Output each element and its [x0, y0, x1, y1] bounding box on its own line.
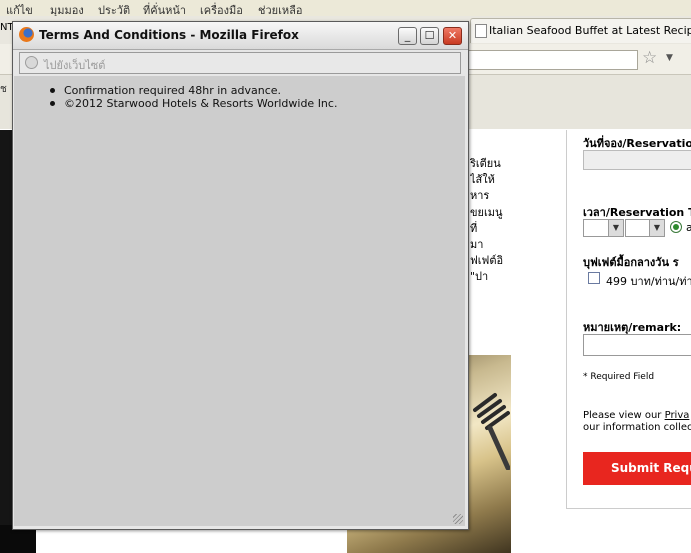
article-line: ที่: [470, 221, 478, 235]
lunch-label: บุฟเฟต์มื้อกลางวัน ร: [583, 256, 679, 269]
article-line: ฟเฟต์อิ: [470, 254, 504, 268]
resize-grip-icon[interactable]: [453, 514, 463, 524]
privacy-line2: our information collect: [583, 422, 691, 433]
bookmark-star-icon[interactable]: ☆: [642, 48, 657, 68]
article-line: หาร: [470, 189, 490, 203]
date-input[interactable]: [583, 150, 691, 170]
article-line: ไส้ให้: [470, 173, 495, 187]
article-line: ขยเมนู: [470, 205, 503, 219]
remark-input[interactable]: [583, 334, 691, 356]
left-edge-text: ช: [0, 84, 7, 95]
page-icon: [475, 24, 487, 38]
chevron-down-icon: ▼: [649, 220, 664, 236]
browser-menubar: แก้ไข มุมมอง ประวัติ ที่คั่นหน้า เครื่อง…: [0, 0, 691, 17]
article-line: มา: [470, 238, 484, 252]
article-line: ริเตียน: [470, 157, 501, 170]
terms-popup-window: Terms And Conditions - Mozilla Firefox _…: [12, 21, 469, 530]
url-dropdown-icon[interactable]: ▼: [666, 53, 673, 63]
privacy-note: Please view our Priva our information co…: [583, 410, 691, 434]
required-note: * Required Field: [583, 372, 655, 382]
chevron-down-icon: ▼: [608, 220, 623, 236]
time-radio-label: a: [686, 221, 691, 234]
submit-button[interactable]: Submit Reque: [583, 452, 691, 485]
time-radio[interactable]: [670, 221, 682, 233]
browser-url-field[interactable]: [466, 50, 638, 70]
maximize-button[interactable]: ☐: [420, 27, 439, 45]
popup-titlebar[interactable]: Terms And Conditions - Mozilla Firefox _…: [13, 22, 468, 50]
minute-select[interactable]: ▼: [625, 219, 665, 237]
list-item: Confirmation required 48hr in advance.: [49, 84, 337, 97]
popup-url-bar[interactable]: ไปยังเว็บไซต์: [19, 52, 461, 74]
close-button[interactable]: ✕: [443, 27, 462, 45]
terms-list: Confirmation required 48hr in advance. ©…: [49, 84, 338, 110]
fork-image: [473, 393, 510, 470]
background-tab-title: Italian Seafood Buffet at Latest Recipe …: [489, 24, 691, 37]
popup-content: Confirmation required 48hr in advance. ©…: [14, 76, 465, 526]
lunch-checkbox[interactable]: [588, 272, 600, 284]
article-line: "ปา: [470, 270, 489, 284]
privacy-prefix: Please view our: [583, 410, 665, 421]
popup-title: Terms And Conditions - Mozilla Firefox: [39, 28, 299, 42]
privacy-link[interactable]: Priva: [665, 410, 690, 421]
hour-select[interactable]: ▼: [583, 219, 624, 237]
popup-url-text: ไปยังเว็บไซต์: [44, 59, 106, 72]
background-tab[interactable]: Italian Seafood Buffet at Latest Recipe …: [470, 18, 691, 43]
firefox-icon: [19, 27, 34, 42]
article-text: ริเตียน ไส้ให้ หาร ขยเมนู ที่ มา ฟเฟต์อิ…: [470, 156, 520, 286]
minimize-button[interactable]: _: [398, 27, 417, 45]
globe-icon: [25, 56, 38, 69]
list-item: ©2012 Starwood Hotels & Resorts Worldwid…: [49, 97, 338, 110]
lunch-option-label: 499 บาท/ท่าน/ท่า: [606, 275, 691, 288]
